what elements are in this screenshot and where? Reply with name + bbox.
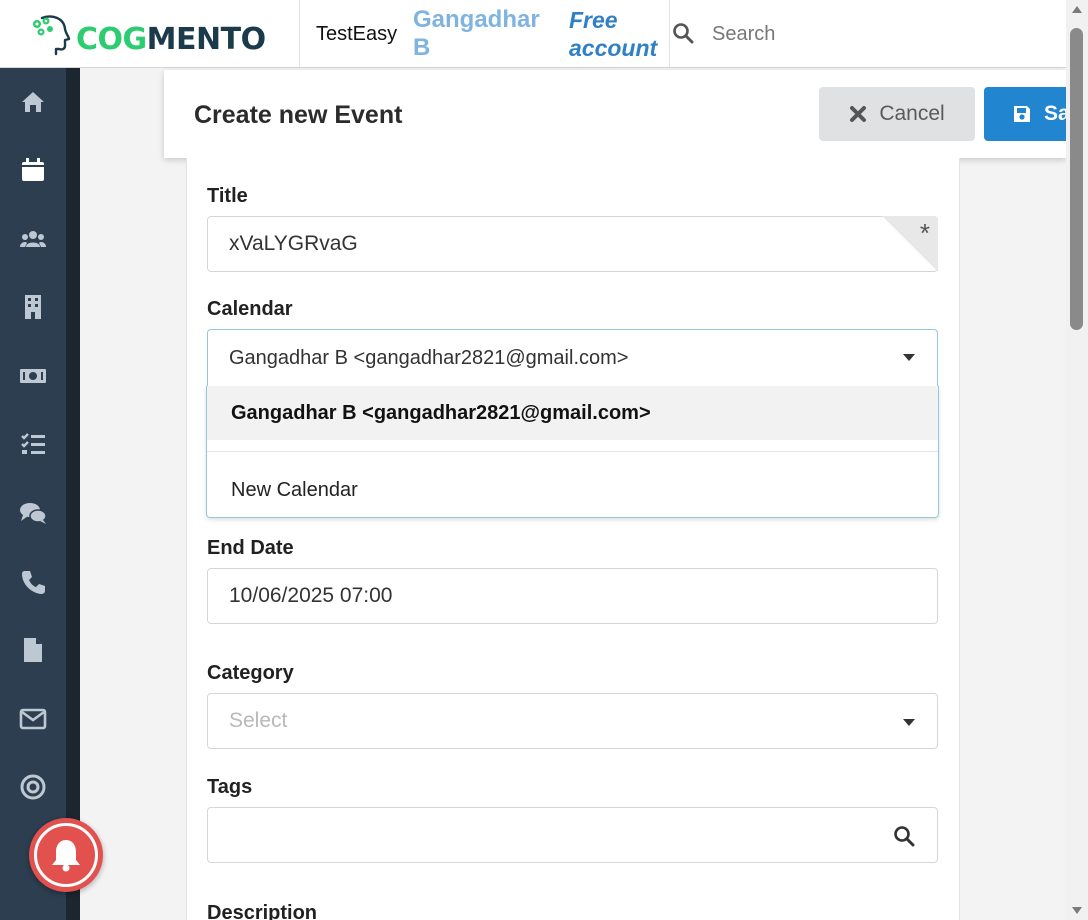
sidebar-item-deals[interactable] — [0, 351, 66, 401]
title-input[interactable]: xVaLYGRvaG * — [207, 216, 938, 272]
end-date-input[interactable]: 10/06/2025 07:00 — [207, 568, 938, 624]
cancel-button-label: Cancel — [879, 102, 945, 125]
required-corner: * — [882, 216, 938, 272]
required-asterisk-icon: * — [919, 218, 930, 248]
bell-icon — [52, 840, 80, 872]
tags-input[interactable] — [207, 807, 938, 863]
save-icon — [1014, 106, 1030, 122]
cancel-button[interactable]: Cancel — [819, 87, 975, 141]
sidebar-item-cases[interactable] — [0, 488, 66, 538]
sidebar-item-campaigns[interactable] — [0, 762, 66, 812]
chevron-down-icon — [903, 354, 915, 361]
sidebar-edge — [66, 68, 80, 920]
money-icon — [20, 369, 46, 383]
logo[interactable]: COGMENTO — [0, 0, 300, 67]
logo-text-mento: MENTO — [146, 22, 266, 57]
scroll-down-arrow-icon[interactable] — [1072, 907, 1082, 914]
sidebar-item-documents[interactable] — [0, 625, 66, 675]
search-input[interactable] — [700, 12, 1040, 56]
scroll-up-arrow-icon[interactable] — [1072, 6, 1082, 13]
page-header: Create new Event Cancel Save — [164, 70, 1088, 158]
sidebar — [0, 68, 66, 920]
title-value: xVaLYGRvaG — [229, 232, 358, 255]
description-label: Description — [207, 902, 318, 920]
tags-label: Tags — [207, 776, 253, 798]
building-icon — [25, 295, 41, 319]
sidebar-item-email[interactable] — [0, 694, 66, 744]
end-date-value: 10/06/2025 07:00 — [229, 584, 393, 607]
category-placeholder: Select — [229, 709, 288, 732]
title-label: Title — [207, 185, 248, 207]
calendar-dropdown[interactable]: Gangadhar B <gangadhar2821@gmail.com> — [207, 329, 938, 387]
notification-bell-button[interactable] — [29, 818, 103, 892]
brain-logo-icon — [33, 15, 71, 56]
tasks-icon — [21, 433, 45, 454]
user-name[interactable]: Gangadhar B — [413, 6, 543, 62]
scrollbar-thumb[interactable] — [1070, 28, 1083, 330]
page-scrollbar[interactable] — [1066, 0, 1088, 920]
event-form-card — [186, 158, 960, 920]
document-icon — [24, 638, 42, 662]
calendar-option-new-calendar[interactable]: New Calendar — [207, 464, 938, 516]
contacts-icon — [20, 231, 46, 247]
logo-text-cog: COG — [76, 22, 147, 57]
sidebar-item-calendar[interactable] — [0, 145, 66, 195]
calendar-label: Calendar — [207, 298, 293, 320]
sidebar-item-contacts[interactable] — [0, 214, 66, 264]
page-title: Create new Event — [194, 101, 403, 129]
search-icon — [673, 23, 694, 44]
top-header-bar: COGMENTO TestEasy Gangadhar B Free accou… — [0, 0, 1066, 68]
sidebar-item-companies[interactable] — [0, 282, 66, 332]
category-label: Category — [207, 662, 294, 684]
account-plan[interactable]: Free account — [569, 6, 669, 62]
calendar-selected-value: Gangadhar B <gangadhar2821@gmail.com> — [229, 347, 629, 369]
company-name: TestEasy — [316, 23, 398, 45]
sidebar-item-home[interactable] — [0, 77, 66, 127]
target-icon — [20, 774, 46, 800]
search-icon — [894, 826, 915, 847]
category-dropdown[interactable]: Select — [207, 693, 938, 749]
calendar-dropdown-menu: Gangadhar B <gangadhar2821@gmail.com> Ne… — [206, 386, 939, 518]
phone-icon — [22, 571, 45, 594]
envelope-icon — [19, 708, 47, 730]
calendar-option-gangadhar[interactable]: Gangadhar B <gangadhar2821@gmail.com> — [207, 386, 938, 440]
sidebar-item-calls[interactable] — [0, 557, 66, 607]
home-icon — [22, 92, 44, 112]
chevron-down-icon — [903, 719, 915, 726]
calendar-icon — [22, 158, 44, 181]
close-icon — [850, 106, 867, 122]
sidebar-item-tasks[interactable] — [0, 419, 66, 469]
dropdown-divider — [207, 451, 938, 452]
comments-icon — [20, 503, 47, 524]
logo-wordmark: COGMENTO — [76, 22, 266, 58]
notification-bell-ring — [34, 823, 98, 887]
end-date-label: End Date — [207, 537, 294, 559]
